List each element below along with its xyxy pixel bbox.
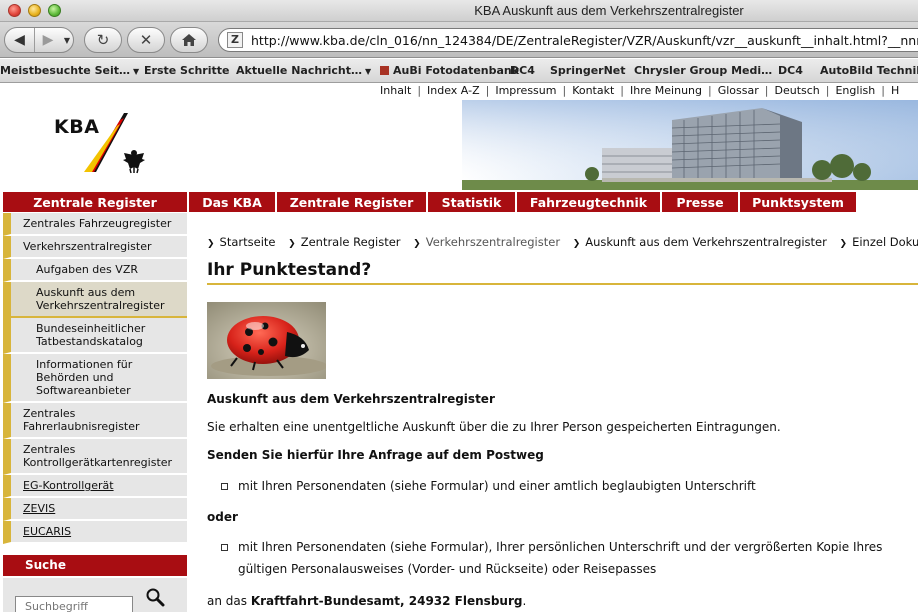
chevron-right-icon: ❯	[288, 239, 296, 249]
sidebar-item-kontrollgeraetkartenregister[interactable]: Zentrales Kontrollgerätkartenregister	[3, 439, 187, 475]
nav-section-zentrale-register[interactable]: Zentrale Register	[3, 192, 189, 212]
nav-tab-zentrale-register[interactable]: Zentrale Register	[277, 192, 428, 212]
address-bar[interactable]: Z http://www.kba.de/cln_016/nn_124384/DE…	[218, 28, 918, 52]
intro-text: Sie erhalten eine unentgeltliche Auskunf…	[207, 420, 781, 434]
sidebar: Zentrales Fahrzeugregister Verkehrszentr…	[3, 213, 187, 544]
sidebar-item-zevis[interactable]: ZEVIS	[3, 498, 187, 521]
title-divider	[207, 283, 918, 285]
sidebar-item-eucaris[interactable]: EUCARIS	[3, 521, 187, 544]
home-icon	[182, 34, 196, 46]
bookmark-item[interactable]: DC4	[778, 64, 803, 77]
section-heading: Auskunft aus dem Verkehrszentralregister	[207, 392, 495, 406]
breadcrumb-link-zentrale-register[interactable]: Zentrale Register	[301, 235, 401, 249]
ladybug-image	[207, 302, 326, 379]
reload-icon: ↻	[96, 31, 110, 49]
breadcrumb-link-startseite[interactable]: Startseite	[220, 235, 276, 249]
or-text: oder	[207, 510, 238, 524]
site-favicon: Z	[227, 32, 243, 48]
browser-toolbar: ◀ ▶ ▼ ↻ ✕ Z http://www.kba.de/cln_016/nn…	[0, 22, 918, 58]
window-titlebar: KBA Auskunft aus dem Verkehrszentralregi…	[0, 0, 918, 22]
reload-button[interactable]: ↻	[84, 27, 122, 53]
nav-tab-fahrzeugtechnik[interactable]: Fahrzeugtechnik	[517, 192, 662, 212]
sidebar-item-eg-kontrollgeraet[interactable]: EG-Kontrollgerät	[3, 475, 187, 498]
url-text[interactable]: http://www.kba.de/cln_016/nn_124384/DE/Z…	[251, 33, 918, 48]
bookmark-item[interactable]: SpringerNet	[550, 64, 626, 77]
federal-eagle-icon	[120, 147, 148, 175]
sidebar-item-auskunft-vzr[interactable]: Auskunft aus dem Verkehrszentralregister	[3, 282, 187, 318]
breadcrumb-current: Einzel Dokument	[852, 235, 918, 249]
search-input[interactable]	[15, 596, 133, 612]
bookmark-item[interactable]: DC4	[510, 64, 535, 77]
navigation-buttons: ◀ ▶ ▼	[4, 27, 74, 53]
utility-nav: Inhalt | Index A-Z | Impressum | Kontakt | Ihre …	[380, 84, 900, 97]
chevron-right-icon: ❯	[413, 239, 421, 249]
bookmark-item[interactable]: Aktuelle Nachricht… ▼	[236, 64, 371, 77]
chevron-right-icon: ❯	[572, 239, 581, 249]
util-link-impressum[interactable]: Impressum	[495, 84, 556, 97]
bookmark-favicon	[380, 66, 389, 75]
bookmark-item[interactable]: Chrysler Group Medi…	[634, 64, 772, 77]
history-dropdown-button[interactable]: ▼	[61, 28, 73, 52]
stop-button[interactable]: ✕	[127, 27, 165, 53]
sidebar-item-aufgaben-vzr[interactable]: Aufgaben des VZR	[3, 259, 187, 282]
sidebar-item-behoerden-info[interactable]: Informationen für Behörden und Softwarea…	[3, 354, 187, 403]
util-link-inhalt[interactable]: Inhalt	[380, 84, 411, 97]
address-line: an das Kraftfahrt-Bundesamt, 24932 Flens…	[207, 594, 527, 608]
sidebar-item-fahrerlaubnisregister[interactable]: Zentrales Fahrerlaubnisregister	[3, 403, 187, 439]
search-panel	[3, 578, 187, 612]
back-arrow-icon: ◀	[14, 32, 25, 48]
chevron-down-icon: ▼	[63, 35, 71, 45]
search-heading: Suche	[3, 555, 187, 576]
chevron-down-icon: ▼	[133, 67, 140, 76]
bookmark-item[interactable]: AuBi Fotodatenbank	[380, 64, 519, 77]
nav-tab-statistik[interactable]: Statistik	[428, 192, 517, 212]
breadcrumb-link-vzr[interactable]: Verkehrszentralregister	[426, 235, 560, 249]
util-link-glossar[interactable]: Glossar	[718, 84, 759, 97]
main-nav: Zentrale Register Das KBA Zentrale Regis…	[3, 192, 918, 212]
util-link-kontakt[interactable]: Kontakt	[572, 84, 614, 97]
bullet-text-1: mit Ihren Personendaten (siehe Formular)…	[238, 479, 756, 493]
bullet-square-icon	[221, 483, 228, 490]
chevron-right-icon: ❯	[839, 239, 848, 249]
bookmark-item[interactable]: Meistbesuchte Seit… ▼	[0, 64, 139, 77]
back-button[interactable]: ◀	[5, 28, 35, 52]
window-title: KBA Auskunft aus dem Verkehrszentralregi…	[474, 3, 744, 18]
breadcrumb: ❯ Startseite ❯ Zentrale Register ❯ Verkehrs…	[207, 235, 918, 249]
nav-tab-das-kba[interactable]: Das KBA	[189, 192, 277, 212]
search-icon[interactable]	[145, 587, 165, 607]
bullet-square-icon	[221, 544, 228, 551]
util-link-english[interactable]: English	[835, 84, 875, 97]
forward-arrow-icon: ▶	[42, 32, 54, 48]
util-link-meinung[interactable]: Ihre Meinung	[630, 84, 702, 97]
bullet-text-2-line-1: mit Ihren Personendaten (siehe Formular)…	[238, 540, 883, 554]
chevron-down-icon: ▼	[365, 67, 372, 76]
util-link-deutsch[interactable]: Deutsch	[774, 84, 819, 97]
sidebar-item-fahrzeugregister[interactable]: Zentrales Fahrzeugregister	[3, 213, 187, 236]
util-link-index[interactable]: Index A-Z	[427, 84, 480, 97]
stop-icon: ✕	[139, 31, 153, 49]
bullet-text-2-line-2: gültigen Personalausweises (Vorder- und …	[238, 562, 657, 576]
bookmark-item[interactable]: AutoBild Technik	[820, 64, 918, 77]
sidebar-item-verkehrszentralregister[interactable]: Verkehrszentralregister	[3, 236, 187, 259]
page-title: Ihr Punktestand?	[207, 260, 372, 280]
bookmarks-bar: Meistbesuchte Seit… ▼ Erste Schritte Aktu…	[0, 59, 918, 83]
postal-heading: Senden Sie hierfür Ihre Anfrage auf dem …	[207, 448, 544, 462]
nav-tab-punktsystem[interactable]: Punktsystem	[740, 192, 858, 212]
breadcrumb-link-auskunft[interactable]: Auskunft aus dem Verkehrszentralregister	[585, 235, 827, 249]
chevron-right-icon: ❯	[207, 239, 215, 249]
sidebar-item-tatbestandskatalog[interactable]: Bundeseinheitlicher Tatbestandskatalog	[3, 318, 187, 354]
header-building-photo	[462, 100, 918, 190]
nav-tab-presse[interactable]: Presse	[662, 192, 740, 212]
bookmark-item[interactable]: Erste Schritte	[144, 64, 229, 77]
forward-button[interactable]: ▶	[36, 28, 60, 52]
address-bold: Kraftfahrt-Bundesamt, 24932 Flensburg	[250, 594, 523, 608]
util-link-h[interactable]: H	[891, 84, 899, 97]
home-button[interactable]	[170, 27, 208, 53]
